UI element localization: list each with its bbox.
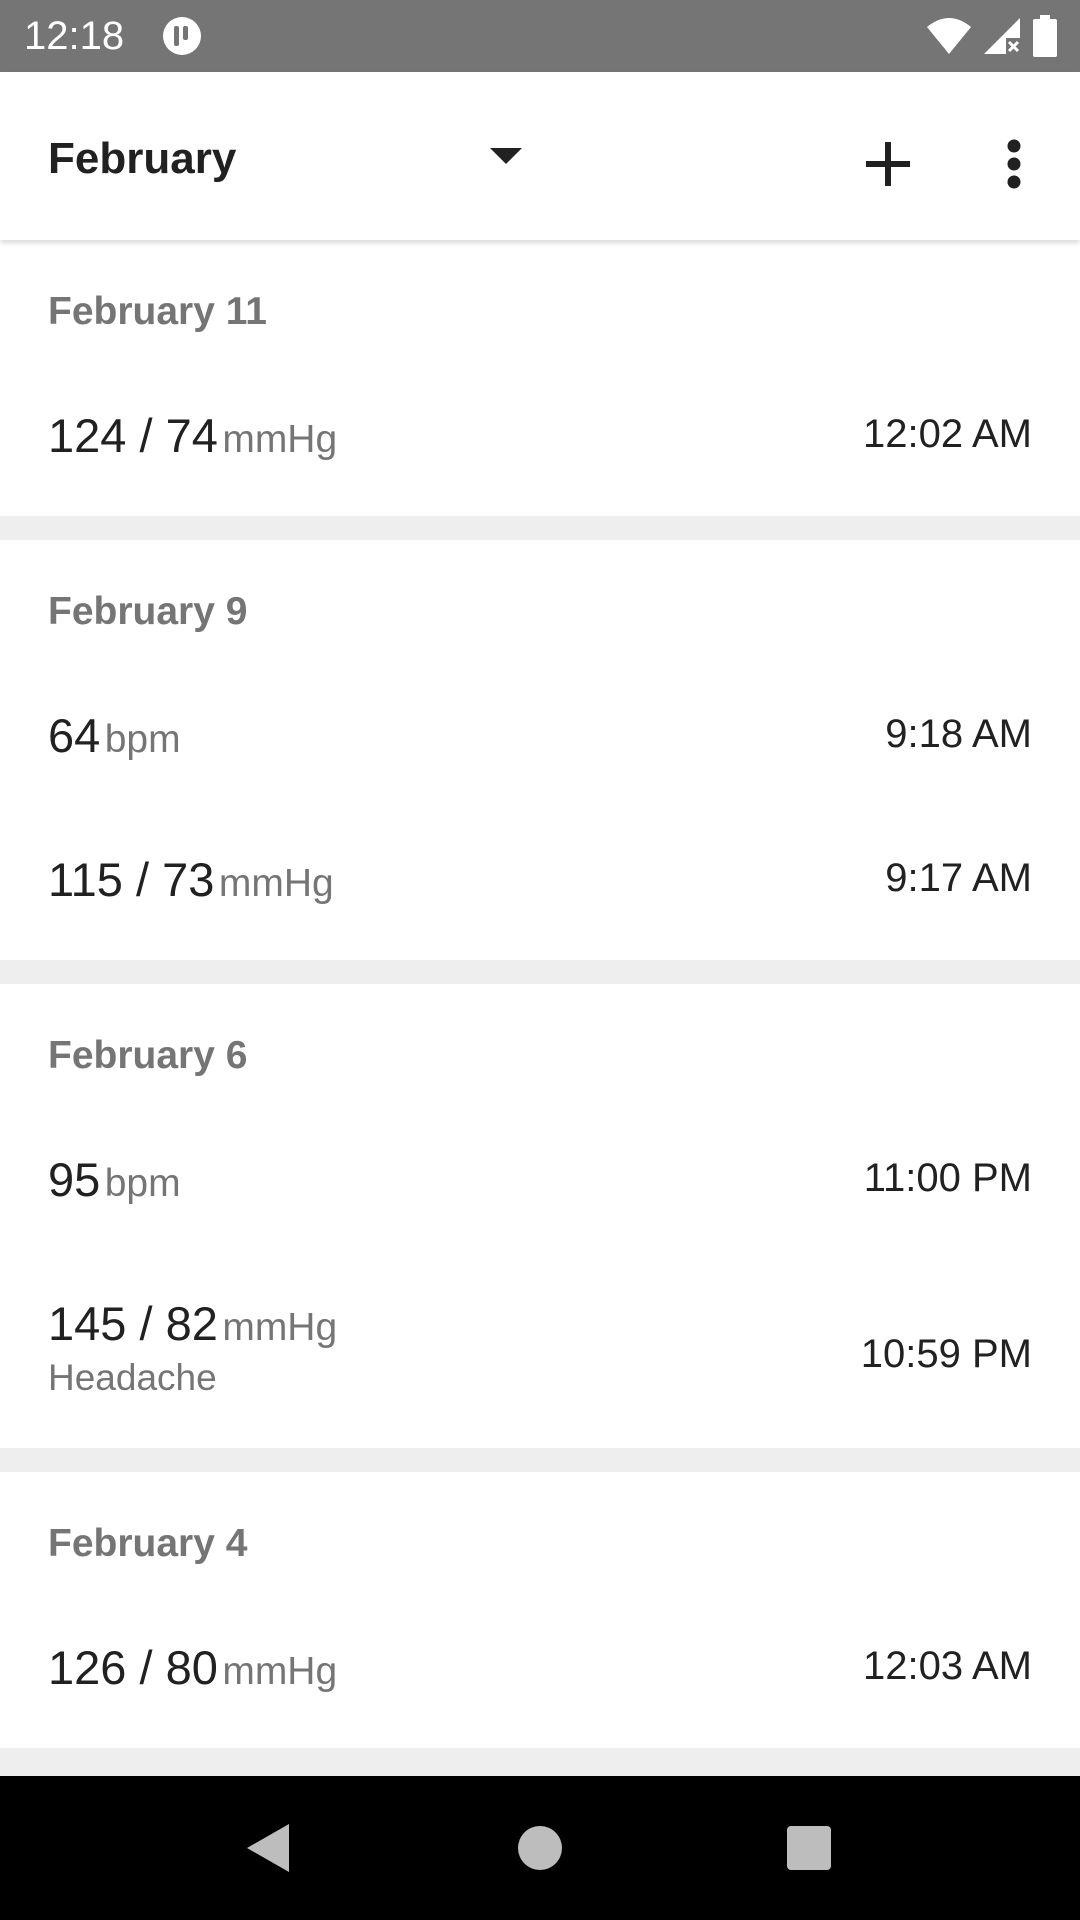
reading-value: 124 / 74: [48, 409, 218, 462]
wifi-icon: [927, 18, 971, 54]
reading-note: Headache: [48, 1357, 217, 1398]
add-button[interactable]: [846, 122, 930, 206]
day-date: February 4: [48, 1522, 248, 1565]
battery-icon: [1033, 15, 1057, 57]
reading-entry[interactable]: 115 / 73 mmHg 9:17 AM: [0, 816, 1080, 960]
home-button[interactable]: [502, 1810, 578, 1886]
reading-value: 126 / 80: [48, 1641, 218, 1694]
back-button[interactable]: [230, 1810, 306, 1886]
day-group: February 11 124 / 74 mmHg 12:02 AM: [0, 240, 1080, 516]
status-icons: [926, 14, 1058, 58]
recents-icon: [787, 1826, 831, 1870]
reading-time: 12:02 AM: [862, 412, 1032, 456]
reading-unit: bpm: [104, 1162, 181, 1205]
reading-value: 95: [48, 1153, 101, 1206]
day-header: February 6: [0, 984, 1080, 1116]
reading-time: 12:03 AM: [862, 1644, 1032, 1688]
reading-unit: mmHg: [222, 418, 338, 461]
reading-left: 115 / 73 mmHg: [48, 852, 334, 907]
day-header: February 4: [0, 1472, 1080, 1604]
reading-value: 115 / 73: [48, 853, 215, 906]
reading-entry[interactable]: 124 / 74 mmHg 12:02 AM: [0, 372, 1080, 516]
cell-signal-icon: [984, 18, 1020, 54]
reading-entry[interactable]: 145 / 82 mmHg Headache 10:59 PM: [0, 1260, 1080, 1448]
back-icon: [247, 1824, 289, 1872]
reading-time: 9:17 AM: [885, 856, 1032, 900]
readings-list[interactable]: February 11 124 / 74 mmHg 12:02 AM Febru…: [0, 240, 1080, 1776]
month-label: February: [48, 134, 237, 183]
reading-unit: mmHg: [218, 862, 334, 905]
reading-left: 124 / 74 mmHg: [48, 408, 337, 463]
recents-button[interactable]: [771, 1810, 847, 1886]
reading-left: 64 bpm: [48, 708, 181, 763]
day-header: February 11: [0, 240, 1080, 372]
dropdown-icon: [490, 148, 522, 164]
reading-left: 145 / 82 mmHg Headache: [48, 1296, 337, 1399]
day-date: February 9: [48, 590, 248, 633]
day-date: February 6: [48, 1034, 248, 1077]
status-time: 12:18: [24, 14, 125, 58]
reading-unit: bpm: [104, 718, 181, 761]
day-header: February 9: [0, 540, 1080, 672]
day-group: February 6 95 bpm 11:00 PM 145 / 82 mmHg…: [0, 984, 1080, 1448]
more-options-button[interactable]: [982, 122, 1046, 206]
reading-time: 11:00 PM: [863, 1156, 1032, 1200]
reading-entry[interactable]: 95 bpm 11:00 PM: [0, 1116, 1080, 1260]
status-bar: 12:18: [0, 0, 1080, 72]
reading-left: 95 bpm: [48, 1152, 181, 1207]
navigation-bar: [0, 1776, 1080, 1920]
reading-left: 126 / 80 mmHg: [48, 1640, 337, 1695]
home-icon: [518, 1826, 562, 1870]
reading-time: 10:59 PM: [860, 1332, 1032, 1376]
reading-unit: mmHg: [222, 1306, 338, 1349]
day-group: February 9 64 bpm 9:18 AM 115 / 73 mmHg …: [0, 540, 1080, 960]
more-vertical-icon: [1007, 139, 1021, 189]
reading-time: 9:18 AM: [885, 712, 1032, 756]
reading-value: 145 / 82: [48, 1297, 218, 1350]
reading-entry[interactable]: 64 bpm 9:18 AM: [0, 672, 1080, 816]
day-group: February 4 126 / 80 mmHg 12:03 AM: [0, 1472, 1080, 1748]
month-selector[interactable]: February: [48, 112, 538, 202]
reading-value: 64: [48, 709, 101, 762]
app-bar: February: [0, 72, 1080, 240]
day-date: February 11: [48, 290, 267, 333]
reading-unit: mmHg: [222, 1650, 338, 1693]
app-notification-icon: [163, 17, 201, 55]
reading-entry[interactable]: 126 / 80 mmHg 12:03 AM: [0, 1604, 1080, 1748]
add-icon: [866, 142, 910, 186]
